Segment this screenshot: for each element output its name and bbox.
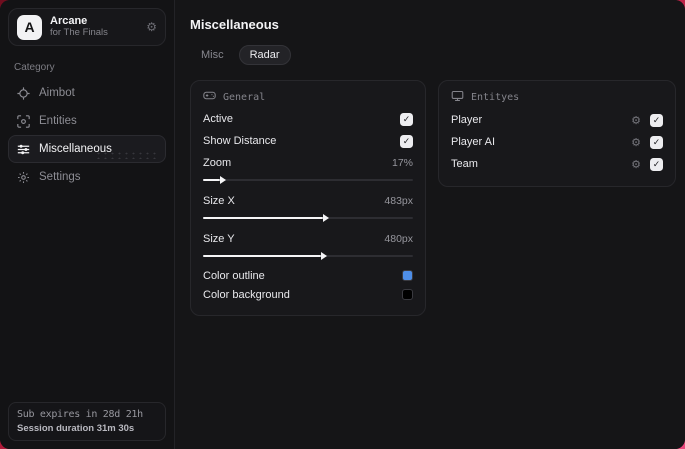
sidebar-item-label: Miscellaneous bbox=[39, 143, 112, 155]
app-header-card: A Arcane for The Finals ⚙ bbox=[8, 8, 166, 46]
entity-row-player: Player ⚙ ✓ bbox=[451, 109, 663, 131]
color-background-row: Color background bbox=[203, 285, 413, 304]
entity-label: Player bbox=[451, 114, 483, 126]
zoom-slider[interactable] bbox=[203, 174, 413, 186]
active-checkbox[interactable]: ✓ bbox=[400, 112, 413, 126]
general-panel-header: General bbox=[203, 90, 413, 104]
size-x-slider[interactable] bbox=[203, 212, 413, 224]
toggle-row-active: Active ✓ bbox=[203, 108, 413, 130]
color-outline-swatch[interactable] bbox=[402, 270, 413, 281]
gamepad-icon bbox=[203, 90, 216, 104]
team-checkbox[interactable]: ✓ bbox=[650, 157, 663, 171]
player-ai-checkbox[interactable]: ✓ bbox=[650, 135, 663, 149]
sidebar-item-entities[interactable]: Entities bbox=[8, 107, 166, 135]
entity-controls: ⚙ ✓ bbox=[631, 157, 663, 171]
slider-label-row: Zoom 17% bbox=[203, 152, 413, 174]
sidebar-item-aimbot[interactable]: Aimbot bbox=[8, 79, 166, 107]
entity-label: Team bbox=[451, 158, 478, 170]
main-content: Miscellaneous Misc Radar General Active … bbox=[175, 0, 685, 449]
app-logo: A bbox=[17, 14, 42, 40]
slider-track bbox=[203, 179, 413, 181]
tab-bar: Misc Radar bbox=[190, 45, 676, 65]
panels-row: General Active ✓ Show Distance ✓ Zoom 17… bbox=[190, 80, 676, 316]
app-subtitle: for The Finals bbox=[50, 26, 108, 38]
tab-misc[interactable]: Misc bbox=[190, 45, 235, 65]
size-x-slider-group: Size X 483px bbox=[203, 190, 413, 224]
category-label: Category bbox=[14, 62, 55, 73]
toggle-label: Active bbox=[203, 113, 233, 125]
slider-thumb[interactable] bbox=[219, 176, 226, 184]
slider-label-row: Size X 483px bbox=[203, 190, 413, 212]
sidebar-nav: Aimbot Entities Miscellaneous Settings bbox=[8, 79, 166, 191]
slider-label-row: Size Y 480px bbox=[203, 228, 413, 250]
scan-icon bbox=[16, 114, 30, 128]
size-y-slider-group: Size Y 480px bbox=[203, 228, 413, 262]
slider-value: 480px bbox=[384, 233, 413, 245]
entities-panel-header: Entityes bbox=[451, 90, 663, 105]
entity-label: Player AI bbox=[451, 136, 496, 148]
gear-icon[interactable]: ⚙ bbox=[631, 114, 641, 127]
gear-icon[interactable]: ⚙ bbox=[631, 136, 641, 149]
slider-fill bbox=[203, 214, 329, 222]
page-title: Miscellaneous bbox=[190, 17, 279, 32]
slider-label: Size Y bbox=[203, 233, 235, 245]
sidebar-item-label: Settings bbox=[39, 171, 81, 183]
entity-row-team: Team ⚙ ✓ bbox=[451, 153, 663, 175]
sub-expires-text: Sub expires in 28d 21h bbox=[17, 409, 143, 420]
size-y-slider[interactable] bbox=[203, 250, 413, 262]
slider-value: 17% bbox=[391, 157, 413, 169]
gear-icon bbox=[16, 170, 30, 184]
entity-controls: ⚙ ✓ bbox=[631, 135, 663, 149]
app-title: Arcane bbox=[50, 15, 88, 28]
entities-panel: Entityes Player ⚙ ✓ Player AI ⚙ ✓ Team ⚙… bbox=[438, 80, 676, 187]
settings-gear-icon[interactable]: ⚙ bbox=[146, 20, 157, 34]
gear-icon[interactable]: ⚙ bbox=[631, 158, 641, 171]
zoom-slider-group: Zoom 17% bbox=[203, 152, 413, 186]
toggle-label: Show Distance bbox=[203, 135, 277, 147]
app-header-text: Arcane for The Finals bbox=[50, 15, 138, 39]
general-panel: General Active ✓ Show Distance ✓ Zoom 17… bbox=[190, 80, 426, 316]
entities-panel-title: Entityes bbox=[471, 92, 520, 103]
sidebar-item-label: Aimbot bbox=[39, 87, 75, 99]
app-window: A Arcane for The Finals ⚙ Category Aimbo… bbox=[0, 0, 685, 449]
color-label: Color outline bbox=[203, 269, 265, 282]
show-distance-checkbox[interactable]: ✓ bbox=[400, 134, 413, 148]
sidebar-item-miscellaneous[interactable]: Miscellaneous bbox=[8, 135, 166, 163]
player-checkbox[interactable]: ✓ bbox=[650, 113, 663, 127]
slider-value: 483px bbox=[384, 195, 413, 207]
monitor-icon bbox=[451, 90, 464, 105]
slider-fill bbox=[203, 252, 327, 260]
color-label: Color background bbox=[203, 288, 290, 301]
sidebar: A Arcane for The Finals ⚙ Category Aimbo… bbox=[0, 0, 175, 449]
entity-row-player-ai: Player AI ⚙ ✓ bbox=[451, 131, 663, 153]
slider-thumb[interactable] bbox=[320, 252, 327, 260]
slider-label: Size X bbox=[203, 195, 235, 207]
tab-radar[interactable]: Radar bbox=[238, 45, 291, 65]
sliders-icon bbox=[16, 142, 30, 156]
color-background-swatch[interactable] bbox=[402, 289, 413, 300]
sidebar-item-label: Entities bbox=[39, 115, 77, 127]
session-duration-text: Session duration 31m 30s bbox=[17, 423, 135, 434]
slider-thumb[interactable] bbox=[322, 214, 329, 222]
slider-label: Zoom bbox=[203, 157, 232, 169]
general-panel-title: General bbox=[223, 91, 266, 103]
subscription-card: Sub expires in 28d 21h Session duration … bbox=[8, 402, 166, 441]
slider-fill bbox=[203, 176, 226, 184]
toggle-row-show-distance: Show Distance ✓ bbox=[203, 130, 413, 152]
crosshair-icon bbox=[16, 86, 30, 100]
sidebar-item-settings[interactable]: Settings bbox=[8, 163, 166, 191]
color-outline-row: Color outline bbox=[203, 266, 413, 285]
entity-controls: ⚙ ✓ bbox=[631, 113, 663, 127]
